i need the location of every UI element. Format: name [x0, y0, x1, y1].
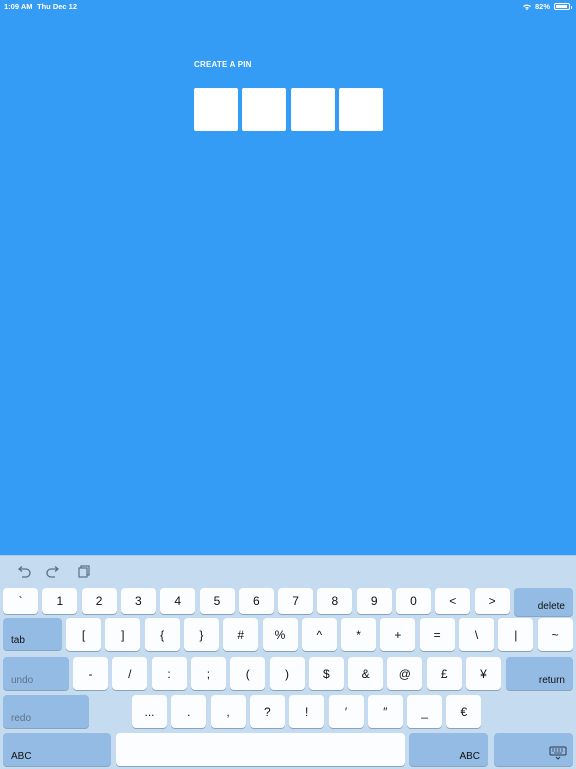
key[interactable]: > — [474, 588, 510, 614]
key[interactable]: 0 — [396, 588, 431, 614]
key[interactable]: { — [144, 618, 180, 651]
key[interactable]: £ — [426, 657, 462, 690]
key[interactable]: * — [341, 618, 377, 651]
key[interactable]: 7 — [278, 588, 314, 614]
status-right: 82% — [522, 2, 572, 11]
key[interactable]: = — [419, 618, 455, 651]
key[interactable]: ? — [249, 695, 285, 728]
delete-key[interactable]: delete — [514, 588, 573, 616]
undo-icon[interactable] — [16, 565, 32, 579]
tab-key[interactable]: tab — [3, 618, 62, 650]
redo-icon[interactable] — [45, 565, 61, 579]
pin-digit-box[interactable] — [194, 88, 238, 131]
keyboard: ` 1 2 3 4 5 6 7 8 9 0 < > delete tab []{} #% ^ * + = \ | ~ u… — [0, 555, 576, 769]
key[interactable]: : — [151, 657, 187, 690]
battery-icon — [554, 3, 572, 10]
status-bar: 1:09 AM Thu Dec 12 82% — [0, 0, 576, 12]
return-key[interactable]: return — [506, 657, 573, 690]
key[interactable]: } — [183, 618, 219, 651]
key[interactable]: ( — [230, 657, 266, 690]
key[interactable]: ′ — [328, 695, 364, 728]
pin-digit-box[interactable] — [242, 88, 286, 131]
key[interactable]: $ — [308, 657, 344, 690]
keyboard-dismiss-key[interactable] — [494, 733, 573, 766]
paste-icon[interactable] — [76, 565, 92, 579]
key[interactable]: / — [112, 657, 148, 690]
key[interactable]: & — [348, 657, 384, 690]
key[interactable]: 1 — [42, 588, 78, 614]
abc-key-right[interactable]: ABC — [409, 733, 488, 766]
key[interactable]: ! — [289, 695, 325, 728]
undo-key[interactable]: undo — [3, 657, 69, 690]
key[interactable]: ... — [132, 695, 167, 728]
key[interactable]: ^ — [301, 618, 337, 651]
pin-digit-box[interactable] — [291, 88, 335, 131]
key[interactable]: - — [73, 657, 108, 690]
key[interactable]: < — [435, 588, 471, 614]
keyboard-toolbar — [0, 556, 576, 586]
key[interactable]: # — [223, 618, 259, 651]
space-key[interactable] — [116, 733, 405, 766]
key[interactable]: 8 — [317, 588, 353, 614]
key[interactable]: _ — [407, 695, 443, 728]
key[interactable]: 6 — [238, 588, 274, 614]
pin-digit-box[interactable] — [339, 88, 383, 131]
key[interactable]: 3 — [120, 588, 156, 614]
battery-percent: 82% — [534, 2, 550, 11]
key[interactable]: % — [262, 618, 298, 651]
status-date: Thu Dec 12 — [37, 2, 78, 11]
status-time: 1:09 AM — [4, 2, 33, 11]
key[interactable]: ″ — [367, 695, 403, 728]
key[interactable]: 4 — [160, 588, 196, 614]
key[interactable]: [ — [66, 618, 101, 651]
redo-key[interactable]: redo — [3, 695, 89, 728]
key[interactable]: | — [498, 618, 534, 651]
key[interactable]: ` — [3, 588, 38, 614]
pin-title: CREATE A PIN — [194, 60, 252, 69]
key[interactable]: 2 — [81, 588, 117, 614]
key[interactable]: ; — [190, 657, 226, 690]
key[interactable]: ~ — [537, 618, 573, 651]
key[interactable]: 9 — [356, 588, 392, 614]
key[interactable]: . — [171, 695, 207, 728]
key[interactable]: @ — [387, 657, 423, 690]
key[interactable]: ] — [105, 618, 141, 651]
keyboard-dismiss-icon — [549, 746, 567, 763]
key[interactable]: ¥ — [466, 657, 501, 690]
key[interactable]: \ — [459, 618, 494, 651]
key[interactable]: , — [210, 695, 246, 728]
key[interactable]: € — [446, 695, 482, 728]
abc-key-left[interactable]: ABC — [3, 733, 111, 766]
key[interactable]: + — [380, 618, 416, 651]
key[interactable]: 5 — [199, 588, 235, 614]
wifi-icon — [522, 4, 531, 10]
key[interactable]: ) — [269, 657, 305, 690]
